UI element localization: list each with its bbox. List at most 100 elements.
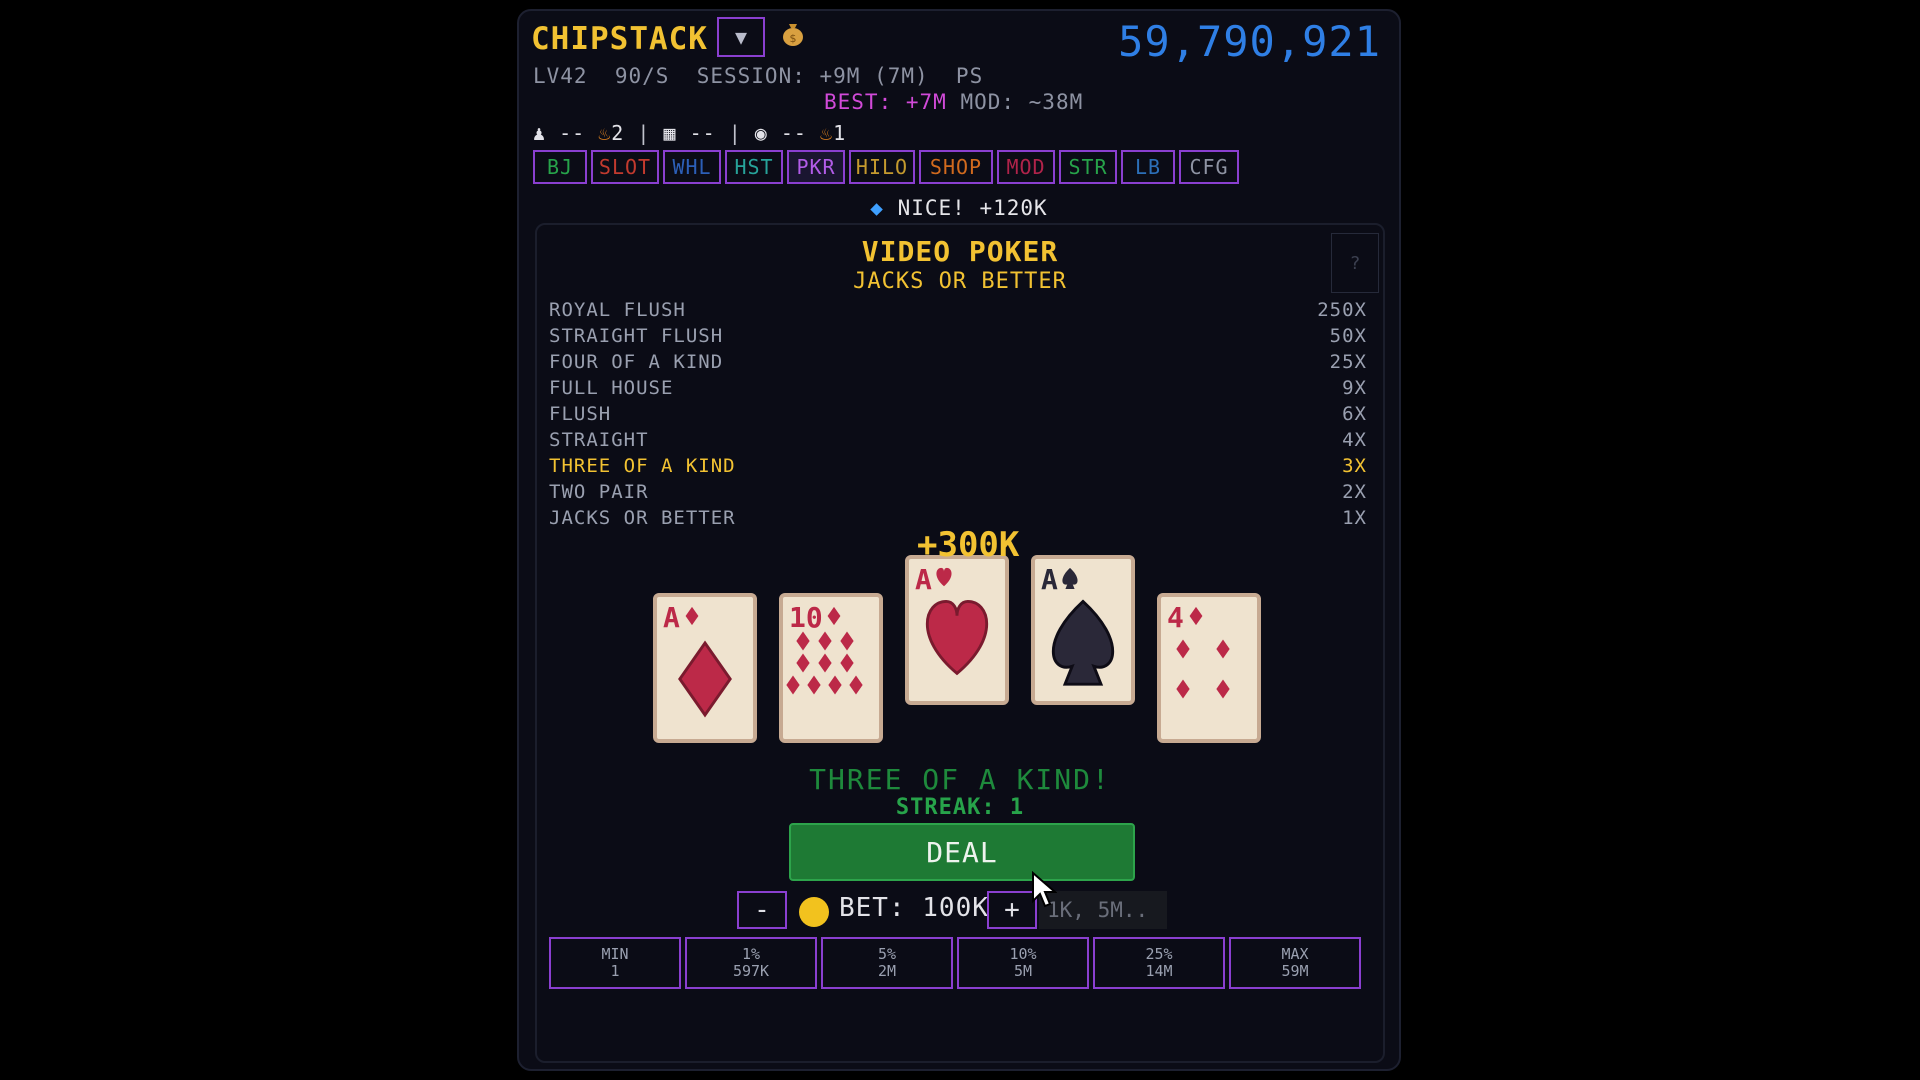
paytable-hand: THREE OF A KIND — [549, 455, 736, 477]
notice-text: NICE! +120K — [897, 196, 1048, 220]
game-panel: CHIPSTACK ▼ $ 59,790,921 LV42 90/S SESSI… — [517, 9, 1401, 1071]
quick-bet-buttons: MIN 1 1% 597K 5% 2M 10% 5M 25% 14M MAX 59M — [549, 937, 1361, 989]
small-suit-icon — [685, 606, 699, 626]
quick-bet-label: MIN — [601, 945, 629, 963]
tab-bj[interactable]: BJ — [533, 150, 587, 184]
status-c-value: -- — [780, 121, 807, 145]
paytable-row: FLUSH 6X — [549, 403, 1367, 429]
mod-value: MOD: ~38M — [960, 90, 1084, 114]
paytable-row: FOUR OF A KIND 25X — [549, 351, 1367, 377]
app-title: CHIPSTACK — [531, 21, 708, 57]
paytable-row: ROYAL FLUSH 250X — [549, 299, 1367, 325]
paytable-payout: 4X — [1342, 429, 1367, 451]
quick-bet-label: 10% — [1009, 945, 1037, 963]
gem-icon: ◆ — [870, 196, 884, 220]
quick-bet-label: 5% — [877, 945, 897, 963]
tab-str[interactable]: STR — [1059, 150, 1117, 184]
quick-bet-value: 14M — [1145, 962, 1173, 980]
account-dropdown-button[interactable]: ▼ — [717, 17, 765, 57]
divider: | — [637, 121, 651, 145]
paytable-hand: STRAIGHT FLUSH — [549, 325, 724, 347]
paytable-payout: 6X — [1342, 403, 1367, 425]
small-suit-icon — [1062, 567, 1078, 589]
status-c-fire-count: 1 — [833, 121, 847, 145]
diamond-icon — [786, 631, 863, 695]
paytable-payout: 1X — [1342, 507, 1367, 529]
tab-hilo[interactable]: HILO — [849, 150, 915, 184]
svg-text:$: $ — [790, 32, 797, 45]
streak-counter: STREAK: 1 — [895, 795, 1025, 820]
paytable: ROYAL FLUSH 250X STRAIGHT FLUSH 50X FOUR OF … — [549, 299, 1367, 533]
quick-bet-label: MAX — [1281, 945, 1309, 963]
paytable-hand: JACKS OR BETTER — [549, 507, 736, 529]
divider: | — [728, 121, 742, 145]
small-suit-icon — [936, 567, 952, 587]
card-a-spade[interactable]: A — [1031, 555, 1135, 705]
paytable-hand: FOUR OF A KIND — [549, 351, 724, 373]
tab-lb[interactable]: LB — [1121, 150, 1175, 184]
paytable-row: STRAIGHT FLUSH 50X — [549, 325, 1367, 351]
quick-bet-max-button[interactable]: MAX 59M — [1229, 937, 1361, 989]
small-suit-icon — [1189, 606, 1203, 626]
paytable-payout: 9X — [1342, 377, 1367, 399]
mouse-cursor-icon — [1031, 870, 1058, 913]
game-subtitle: JACKS OR BETTER — [853, 269, 1067, 294]
quick-bet-value: 59M — [1281, 962, 1309, 980]
tab-pkr[interactable]: PKR — [787, 150, 845, 184]
paytable-payout: 250X — [1317, 299, 1367, 321]
diamond-icon — [678, 640, 732, 718]
paytable-payout: 50X — [1329, 325, 1367, 347]
tab-slot[interactable]: SLOT — [591, 150, 659, 184]
paytable-hand: STRAIGHT — [549, 429, 649, 451]
status-a-value: -- — [559, 121, 586, 145]
balance-display: 59,790,921 — [1118, 17, 1381, 66]
game-title: VIDEO POKER — [861, 235, 1059, 268]
quick-bet-label: 1% — [741, 945, 761, 963]
coin-icon — [799, 897, 829, 927]
quick-bet-value: 5M — [1013, 962, 1033, 980]
tab-hst[interactable]: HST — [725, 150, 783, 184]
money-bag-icon[interactable]: $ — [781, 21, 805, 53]
game-tabs: BJ SLOT WHL HST PKR HILO SHOP MOD STR LB CFG — [533, 150, 1239, 184]
deal-button[interactable]: DEAL — [789, 823, 1135, 881]
notice-banner: ◆ NICE! +120K — [519, 196, 1399, 220]
card-a-diamond[interactable]: A — [653, 593, 757, 743]
fire-icon: ♨ — [598, 121, 612, 145]
paytable-hand: TWO PAIR — [549, 481, 649, 503]
paytable-payout: 2X — [1342, 481, 1367, 503]
card-4-diamond[interactable]: 4 — [1157, 593, 1261, 743]
bet-amount: BET: 100K — [839, 893, 989, 923]
quick-bet-5pct-button[interactable]: 5% 2M — [821, 937, 953, 989]
spade-icon — [1052, 599, 1114, 686]
tab-cfg[interactable]: CFG — [1179, 150, 1239, 184]
diamond-icon — [1176, 639, 1230, 699]
tab-mod[interactable]: MOD — [997, 150, 1055, 184]
quick-bet-value: 597K — [732, 962, 770, 980]
quick-bet-min-button[interactable]: MIN 1 — [549, 937, 681, 989]
paytable-payout: 25X — [1329, 351, 1367, 373]
status-icon-row: ♟ -- ♨2 | ▦ -- | ◉ -- ♨1 — [533, 121, 846, 145]
paytable-row: FULL HOUSE 9X — [549, 377, 1367, 403]
win-amount: +300K — [917, 525, 1020, 565]
decrease-bet-button[interactable]: - — [737, 891, 787, 929]
paytable-hand: ROYAL FLUSH — [549, 299, 686, 321]
quick-bet-10pct-button[interactable]: 10% 5M — [957, 937, 1089, 989]
quick-bet-label: 25% — [1145, 945, 1173, 963]
quick-bet-25pct-button[interactable]: 25% 14M — [1093, 937, 1225, 989]
status-a-fire-count: 2 — [611, 121, 625, 145]
quick-bet-value: 2M — [877, 962, 897, 980]
quick-bet-1pct-button[interactable]: 1% 597K — [685, 937, 817, 989]
quick-bet-value: 1 — [610, 962, 620, 980]
paytable-hand: FULL HOUSE — [549, 377, 674, 399]
paytable-row: THREE OF A KIND 3X — [549, 455, 1367, 481]
paytable-row: STRAIGHT 4X — [549, 429, 1367, 455]
small-suit-icon — [827, 606, 841, 626]
card-a-heart[interactable]: A — [905, 555, 1009, 705]
tab-whl[interactable]: WHL — [663, 150, 721, 184]
card-10-diamond[interactable]: 10 — [779, 593, 883, 743]
tab-shop[interactable]: SHOP — [919, 150, 993, 184]
paytable-row: TWO PAIR 2X — [549, 481, 1367, 507]
increase-bet-button[interactable]: + — [987, 891, 1037, 929]
custom-bet-input[interactable] — [1039, 891, 1167, 929]
best-mod-line: BEST: +7M MOD: ~38M — [824, 90, 1083, 114]
